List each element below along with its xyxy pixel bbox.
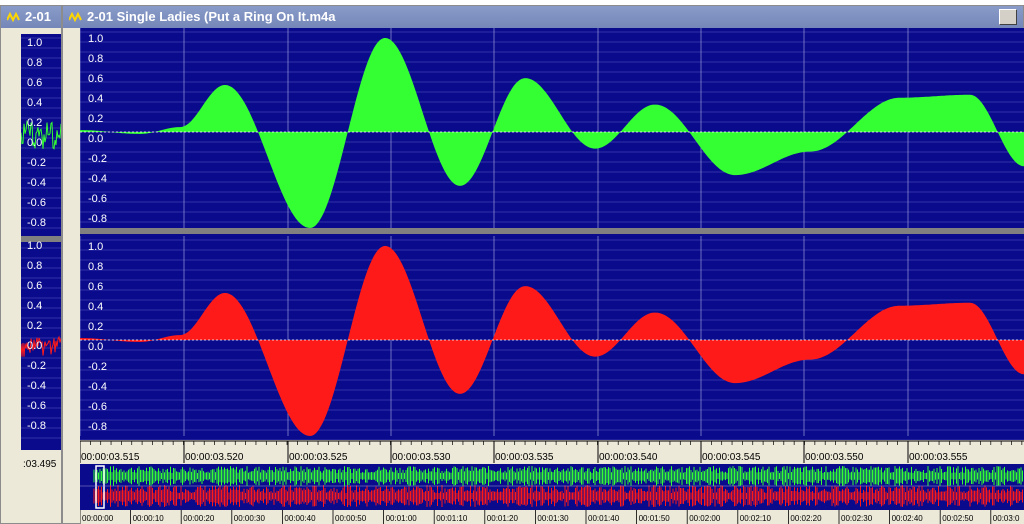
- overview-ruler-label: 00:01:10: [436, 514, 468, 523]
- back-window-title: 2-01: [25, 9, 52, 24]
- maximize-button[interactable]: [999, 9, 1017, 25]
- back-axis-label: -0.4: [27, 177, 46, 189]
- right-channel-axis-label: 0.0: [88, 341, 103, 353]
- back-window-titlebar[interactable]: 2-01: [1, 6, 61, 28]
- overview-ruler-label: 00:01:40: [588, 514, 620, 523]
- right-channel-axis-label: 0.8: [88, 261, 103, 273]
- overview-waveform[interactable]: [80, 464, 1024, 510]
- back-window[interactable]: 2-01 1.0 0.8 0.6 0.4 0.2 0.0 -0.2 -0.4 -0.6 -0.8 …: [0, 5, 62, 524]
- back-axis-label: 0.4: [27, 300, 43, 312]
- left-channel-axis-label: 0.6: [88, 73, 103, 85]
- back-axis-label: -0.4: [27, 380, 46, 392]
- channel-divider: [80, 228, 1024, 234]
- overview-ruler-label: 00:02:00: [689, 514, 721, 523]
- overview-ruler-label: 00:00:00: [82, 514, 114, 523]
- right-channel-axis-label: -0.8: [88, 421, 107, 433]
- waveform-view[interactable]: 1.0 0.8 0.6 0.4 0.2 0.0 -0.2 -0.4 -0.6 -0.8 1.0 0.8…: [80, 28, 1024, 440]
- overview-ruler-label: 00:01:30: [537, 514, 569, 523]
- back-axis-label: 0.4: [27, 97, 43, 109]
- waveform-icon: [69, 11, 82, 23]
- time-ruler-label: 00:00:03.555: [909, 452, 968, 463]
- overview-ruler-label: 00:00:20: [183, 514, 215, 523]
- right-channel-axis-label: 0.6: [88, 281, 103, 293]
- left-channel-axis-label: 1.0: [88, 33, 103, 45]
- back-axis-label: -0.6: [27, 400, 46, 412]
- waveform-icon: [7, 11, 20, 23]
- left-channel-axis-label: -0.4: [88, 173, 107, 185]
- left-channel-axis-label: -0.8: [88, 213, 107, 225]
- time-ruler[interactable]: 00:00:03.515 00:00:03.520 00:00:03.525 00:0…: [80, 440, 1024, 464]
- overview-ruler[interactable]: 00:00:00 00:00:10 00:00:20 00:00:30 00:00:40…: [80, 510, 1024, 524]
- overview-ruler-label: 00:02:50: [942, 514, 974, 523]
- overview-ruler-label: 00:00:50: [335, 514, 367, 523]
- back-axis-label: -0.8: [27, 217, 46, 229]
- overview-ruler-label: 00:01:20: [487, 514, 519, 523]
- back-axis-label: -0.6: [27, 197, 46, 209]
- right-channel-axis-label: 0.2: [88, 321, 103, 333]
- back-axis-label: 0.6: [27, 77, 43, 89]
- back-axis-label: 0.2: [27, 117, 43, 129]
- time-ruler-label: 00:00:03.525: [289, 452, 348, 463]
- back-axis-label: 1.0: [27, 240, 43, 252]
- overview-ruler-label: 00:02:40: [892, 514, 924, 523]
- back-axis-label: -0.2: [27, 157, 46, 169]
- back-axis-label: 0.6: [27, 280, 43, 292]
- time-ruler-label: 00:00:03.520: [185, 452, 244, 463]
- overview-ruler-label: 00:01:00: [386, 514, 418, 523]
- back-axis-label: -0.2: [27, 360, 46, 372]
- time-ruler-label: 00:00:03.530: [392, 452, 451, 463]
- back-axis-label: -0.8: [27, 420, 46, 432]
- overview-ruler-label: 00:00:10: [133, 514, 165, 523]
- overview-ruler-label: 00:00:40: [284, 514, 316, 523]
- right-channel-axis-label: 0.4: [88, 301, 103, 313]
- left-channel-axis-label: 0.0: [88, 133, 103, 145]
- overview-ruler-label: 00:02:10: [740, 514, 772, 523]
- time-ruler-label: 00:00:03.515: [81, 452, 140, 463]
- right-channel-axis-label: -0.6: [88, 401, 107, 413]
- right-channel-axis-label: -0.4: [88, 381, 107, 393]
- overview-ruler-label: 00:02:20: [790, 514, 822, 523]
- back-axis-label: 0.8: [27, 57, 43, 69]
- back-axis-label: 0.2: [27, 320, 43, 332]
- time-ruler-label: 00:00:03.550: [805, 452, 864, 463]
- right-channel-axis-label: 1.0: [88, 241, 103, 253]
- back-axis-label: 0.8: [27, 260, 43, 272]
- left-channel-axis-label: 0.8: [88, 53, 103, 65]
- back-axis-label: 1.0: [27, 37, 43, 49]
- overview-ruler-label: 00:02:30: [841, 514, 873, 523]
- back-window-timestamp: :03.495: [23, 459, 57, 470]
- back-axis-label: 0.0: [27, 340, 43, 352]
- time-ruler-label: 00:00:03.535: [495, 452, 554, 463]
- left-channel-axis-label: 0.4: [88, 93, 103, 105]
- overview-ruler-label: 00:03:0: [993, 514, 1020, 523]
- left-channel-axis-label: -0.2: [88, 153, 107, 165]
- back-axis-label: 0.0: [27, 137, 43, 149]
- time-ruler-label: 00:00:03.540: [599, 452, 658, 463]
- main-window-titlebar[interactable]: 2-01 Single Ladies (Put a Ring On It.m4a: [63, 6, 1023, 28]
- overview-ruler-label: 00:00:30: [234, 514, 266, 523]
- right-channel-axis-label: -0.2: [88, 361, 107, 373]
- time-ruler-label: 00:00:03.545: [702, 452, 761, 463]
- left-channel-axis-label: 0.2: [88, 113, 103, 125]
- main-window-title: 2-01 Single Ladies (Put a Ring On It.m4a: [87, 9, 336, 24]
- overview-ruler-label: 00:01:50: [639, 514, 671, 523]
- left-channel-axis-label: -0.6: [88, 193, 107, 205]
